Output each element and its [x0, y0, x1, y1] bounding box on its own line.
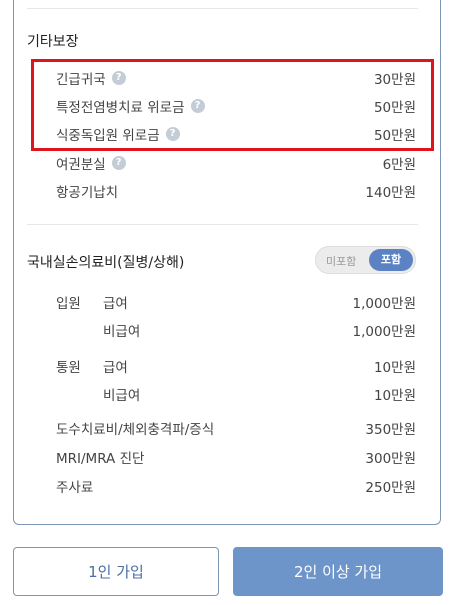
top-divider — [27, 8, 418, 9]
section-divider — [27, 224, 418, 225]
include-toggle[interactable]: 미포함 포함 — [315, 246, 416, 274]
inpatient-label: 입원 — [56, 296, 81, 312]
coverage-value: 140만원 — [365, 185, 416, 201]
multi-signup-button[interactable]: 2인 이상 가입 — [233, 547, 443, 596]
extra-row-mri: MRI/MRA 진단 300만원 — [56, 447, 416, 467]
coverage-row-hijacking: 항공기납치 140만원 — [56, 181, 416, 201]
extra-label: 도수치료비/체외충격파/증식 — [56, 422, 215, 438]
extra-value: 350만원 — [365, 422, 416, 438]
coverage-label: 항공기납치 — [56, 185, 119, 201]
toggle-on-label[interactable]: 포함 — [369, 249, 413, 271]
inpatient-noncovered-value: 1,000만원 — [352, 324, 417, 340]
outpatient-noncovered-label: 비급여 — [103, 388, 141, 404]
inpatient-covered-value: 1,000만원 — [352, 296, 417, 312]
extra-value: 250만원 — [365, 480, 416, 496]
extra-row-manual-therapy: 도수치료비/체외충격파/증식 350만원 — [56, 418, 416, 438]
toggle-off-label[interactable]: 미포함 — [326, 253, 356, 269]
coverage-value: 6만원 — [382, 157, 416, 173]
coverage-label: 여권분실 — [56, 157, 106, 173]
extra-row-injection: 주사료 250만원 — [56, 476, 416, 496]
outpatient-covered-value: 10만원 — [373, 360, 416, 376]
other-coverage-title: 기타보장 — [27, 34, 79, 50]
outpatient-noncovered-value: 10만원 — [373, 388, 416, 404]
outpatient-label: 통원 — [56, 360, 81, 376]
single-signup-button[interactable]: 1인 가입 — [13, 547, 219, 596]
domestic-medical-title: 국내실손의료비(질병/상해) — [27, 255, 185, 271]
extra-label: MRI/MRA 진단 — [56, 451, 145, 467]
inpatient-covered-label: 급여 — [103, 296, 128, 312]
outpatient-covered-label: 급여 — [103, 360, 128, 376]
extra-label: 주사료 — [56, 480, 94, 496]
inpatient-noncovered-label: 비급여 — [103, 324, 141, 340]
coverage-row-passport-loss: 여권분실? 6만원 — [56, 153, 416, 173]
highlight-box — [31, 59, 434, 151]
extra-value: 300만원 — [365, 451, 416, 467]
help-icon[interactable]: ? — [111, 156, 126, 170]
